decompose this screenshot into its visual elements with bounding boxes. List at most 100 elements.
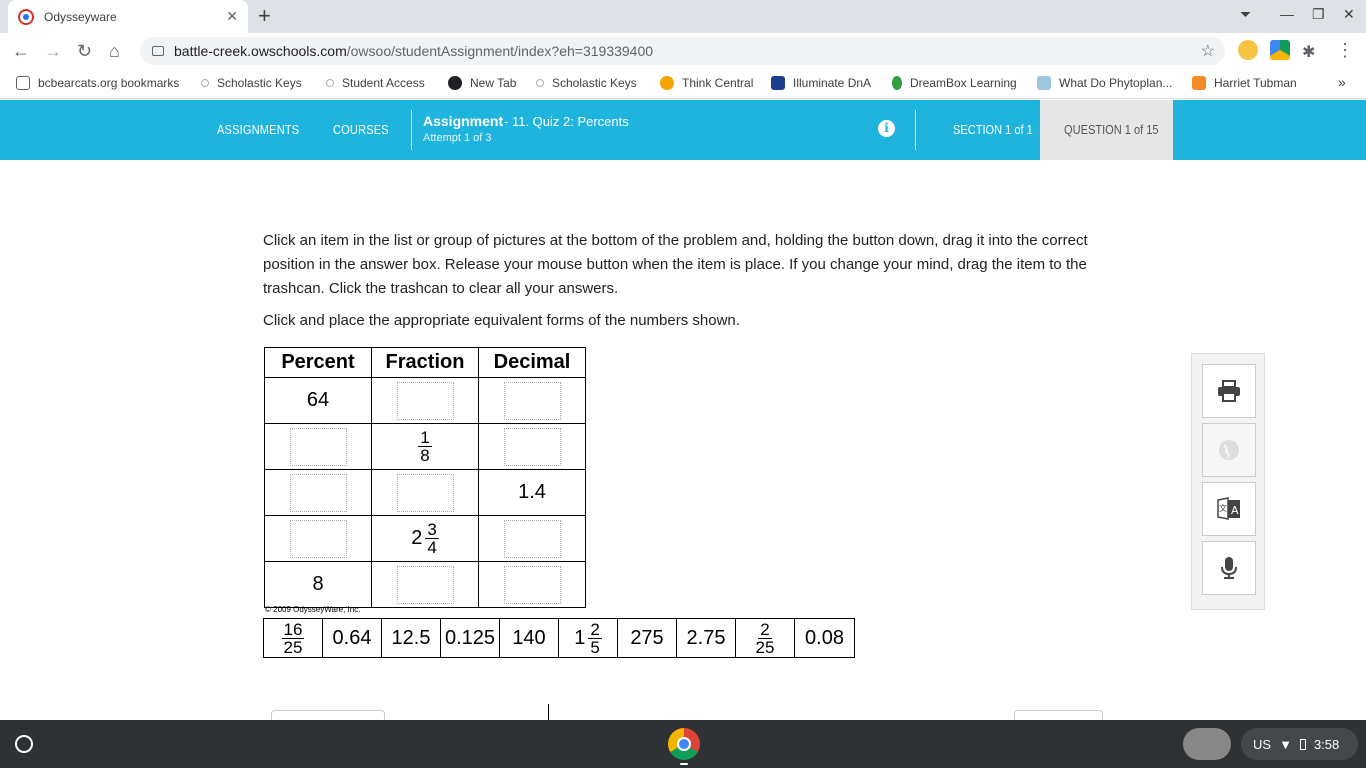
phytoplankton-icon	[1037, 76, 1051, 90]
answer-table: Percent Fraction Decimal 64 1 8 1.4 2 3	[264, 347, 586, 608]
status-tray[interactable]: US ▼ 3:58	[1241, 728, 1358, 760]
bookmarks-bar: bcbearcats.org bookmarks Scholastic Keys…	[0, 69, 1366, 99]
table-row: 1.4	[264, 469, 586, 516]
table-row: 8	[264, 561, 586, 608]
google-drive-icon[interactable]	[1270, 40, 1290, 60]
reload-icon[interactable]: ↻	[77, 40, 92, 62]
draggable-answer[interactable]: 1 2 5	[559, 619, 618, 657]
percent-cell	[264, 515, 372, 562]
whole-part: 1	[574, 626, 586, 649]
bookmark-item[interactable]: Scholastic Keys	[201, 76, 302, 90]
draggable-answer[interactable]: 12.5	[382, 619, 441, 657]
address-bar[interactable]: battle-creek.owschools.com/owsoo/student…	[140, 37, 1225, 65]
denominator: 5	[590, 637, 600, 657]
header-divider	[915, 110, 916, 150]
copyright-text: © 2009 OdysseyWare, Inc.	[265, 605, 361, 614]
chrome-app-icon[interactable]	[668, 728, 700, 760]
assignment-name: - 11. Quiz 2: Percents	[504, 114, 629, 129]
running-indicator	[680, 763, 688, 765]
bookmark-item[interactable]: Think Central	[660, 76, 753, 90]
tools-panel: A 文	[1191, 353, 1265, 610]
draggable-answer[interactable]: 2 25	[736, 619, 795, 657]
drop-target[interactable]	[289, 427, 347, 466]
decimal-cell	[478, 377, 586, 424]
bookmark-item[interactable]: Scholastic Keys	[536, 76, 637, 90]
bookmark-item[interactable]: What Do Phytoplan...	[1037, 76, 1172, 90]
text-cursor	[548, 704, 549, 720]
bookmark-star-icon[interactable]: ☆	[1201, 41, 1215, 61]
draggable-answer[interactable]: 0.64	[323, 619, 382, 657]
fraction: 2 25	[756, 621, 775, 656]
draggable-answer[interactable]: 0.08	[795, 619, 854, 657]
percent-cell: 64	[264, 377, 372, 424]
column-header: Fraction	[371, 347, 479, 378]
tab-title: Odysseyware	[44, 9, 117, 24]
drop-target[interactable]	[503, 565, 561, 604]
draggable-answer[interactable]: 2.75	[677, 619, 736, 657]
url-path: /owsoo/studentAssignment/index?eh=319339…	[346, 43, 654, 59]
launcher-icon[interactable]	[15, 735, 33, 753]
close-window-icon[interactable]: ✕	[1343, 6, 1355, 23]
site-info-icon[interactable]	[152, 46, 164, 56]
info-icon[interactable]: i	[878, 120, 895, 137]
instructions-text: Click an item in the list or group of pi…	[263, 232, 1088, 297]
bookmark-item[interactable]: Harriet Tubman	[1192, 76, 1297, 90]
mixed-number: 1 2 5	[574, 621, 602, 656]
bookmark-item[interactable]: Student Access	[326, 76, 425, 90]
extension-hand-icon[interactable]	[1238, 40, 1258, 60]
folder-icon	[16, 76, 30, 90]
avatar[interactable]	[1183, 728, 1231, 760]
bookmark-item[interactable]: Illuminate DnA	[771, 76, 871, 90]
globe-button[interactable]	[1202, 423, 1256, 477]
drop-target[interactable]	[396, 381, 454, 420]
draggable-answer[interactable]: 275	[618, 619, 677, 657]
back-icon[interactable]: ←	[12, 40, 30, 62]
bookmark-item[interactable]: New Tab	[448, 76, 516, 90]
decimal-cell	[478, 561, 586, 608]
bookmarks-overflow-icon[interactable]: »	[1338, 74, 1346, 90]
question-indicator[interactable]: QUESTION 1 of 15	[1040, 100, 1173, 160]
harriet-icon	[1192, 76, 1206, 90]
drop-target[interactable]	[289, 473, 347, 512]
tab-close-icon[interactable]: ✕	[226, 8, 238, 25]
assignment-label: Assignment	[423, 113, 504, 129]
browser-tab-strip: Odysseyware ✕ + ⏷ — ❐ ✕	[0, 0, 1366, 33]
draggable-answer[interactable]: 0.125	[441, 619, 500, 657]
percent-cell	[264, 469, 372, 516]
translate-button[interactable]: A 文	[1202, 482, 1256, 536]
print-button[interactable]	[1202, 364, 1256, 418]
nav-courses[interactable]: COURSES	[333, 122, 389, 137]
drop-target[interactable]	[396, 565, 454, 604]
column-header: Decimal	[478, 347, 586, 378]
draggable-answer[interactable]: 140	[500, 619, 559, 657]
drop-target[interactable]	[503, 427, 561, 466]
bookmark-item[interactable]: bcbearcats.org bookmarks	[16, 76, 179, 90]
new-tab-button[interactable]: +	[258, 4, 271, 28]
drop-target[interactable]	[503, 381, 561, 420]
drop-target[interactable]	[503, 519, 561, 558]
browser-tab[interactable]: Odysseyware ✕	[8, 0, 248, 33]
drop-target[interactable]	[396, 473, 454, 512]
section-indicator[interactable]: SECTION 1 of 1	[953, 122, 1033, 137]
tab-search-icon[interactable]: ⏷	[1240, 6, 1251, 23]
globe-icon	[448, 76, 462, 90]
os-shelf: US ▼ 3:58	[0, 720, 1366, 768]
globe-icon	[1219, 440, 1239, 460]
scholastic-icon	[326, 79, 334, 87]
extensions-puzzle-icon[interactable]: ✱	[1302, 42, 1315, 62]
menu-kebab-icon[interactable]: ⋮	[1336, 40, 1354, 60]
decimal-cell: 1.4	[478, 469, 586, 516]
home-icon[interactable]: ⌂	[109, 40, 120, 62]
whole-part: 2	[411, 527, 423, 549]
drop-target[interactable]	[289, 519, 347, 558]
restore-icon[interactable]: ❐	[1312, 6, 1325, 23]
bookmark-item[interactable]: DreamBox Learning	[892, 76, 1017, 90]
forward-icon[interactable]: →	[44, 40, 62, 62]
numerator: 2	[758, 619, 772, 639]
fraction-cell	[371, 561, 479, 608]
microphone-button[interactable]	[1202, 541, 1256, 595]
nav-assignments[interactable]: ASSIGNMENTS	[217, 122, 299, 137]
minimize-icon[interactable]: —	[1280, 6, 1294, 22]
draggable-answer[interactable]: 16 25	[264, 619, 323, 657]
dreambox-icon	[892, 76, 902, 90]
